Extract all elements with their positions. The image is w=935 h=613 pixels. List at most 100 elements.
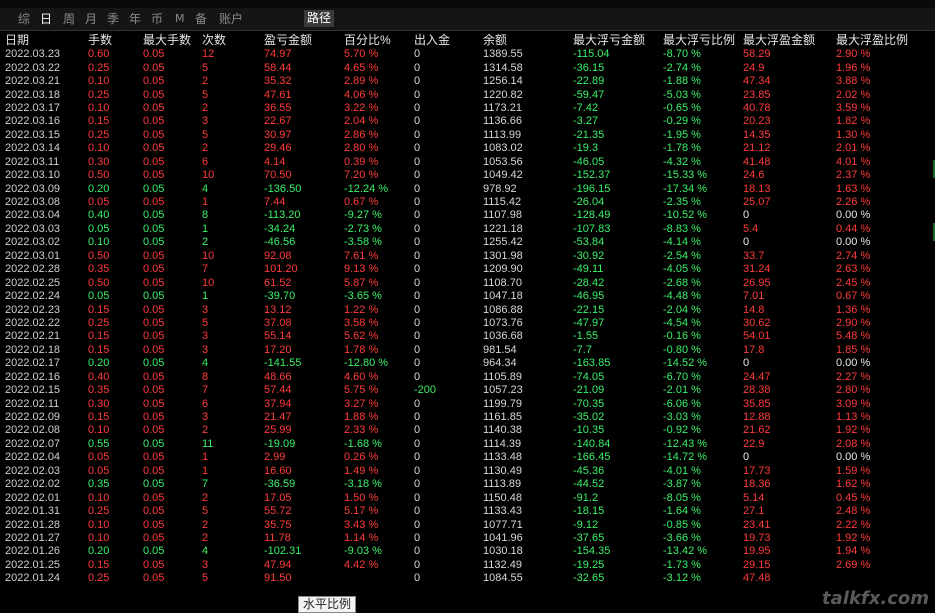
period-account[interactable]: 账户 <box>219 11 243 27</box>
period-week[interactable]: 周 <box>63 11 75 27</box>
table-row[interactable]: 2022.02.04 0.05 0.05 1 2.99 0.26 % 0 1133.48 -16… <box>0 451 935 464</box>
table-row[interactable]: 2022.03.15 0.25 0.05 5 30.97 2.86 % 0 1113.99 -2… <box>0 129 935 142</box>
cell-deposit: 0 <box>414 518 421 531</box>
period-m[interactable]: M <box>175 11 185 27</box>
table-row[interactable]: 2022.01.26 0.20 0.05 4 -102.31 -9.03 % 0 1030.1… <box>0 545 935 558</box>
period-quarter[interactable]: 季 <box>107 11 119 27</box>
col-date[interactable]: 日期 <box>0 31 83 48</box>
table-row[interactable]: 2022.03.17 0.10 0.05 2 36.55 3.22 % 0 1173.21 -7… <box>0 102 935 115</box>
table-row[interactable]: 2022.02.11 0.30 0.05 6 37.94 3.27 % 0 1199.79 -7… <box>0 397 935 410</box>
cell-percent: 2.04 % <box>344 115 379 128</box>
cell-max-float-loss: -91.2 <box>573 491 599 504</box>
path-button[interactable]: 路径 <box>304 10 334 27</box>
col-count[interactable]: 次数 <box>197 31 259 48</box>
cell-balance: 1108.70 <box>483 276 522 289</box>
period-summary[interactable]: 综 <box>18 11 30 27</box>
table-row[interactable]: 2022.02.18 0.15 0.05 3 17.20 1.78 % 0 981.54 -7.… <box>0 344 935 357</box>
col-max-float-profit-pct[interactable]: 最大浮盈比例 <box>831 31 935 48</box>
cell-percent: -1.68 % <box>344 437 382 450</box>
table-row[interactable]: 2022.03.03 0.05 0.05 1 -34.24 -2.73 % 0 1221.18… <box>0 223 935 236</box>
cell-percent: 1.14 % <box>344 531 379 544</box>
table-row[interactable]: 2022.02.09 0.15 0.05 3 21.47 1.88 % 0 1161.85 -3… <box>0 411 935 424</box>
table-row[interactable]: 2022.03.14 0.10 0.05 2 29.46 2.80 % 0 1083.02 -1… <box>0 142 935 155</box>
cell-max-float-profit-pct: 0.67 % <box>836 290 871 303</box>
cell-max-float-profit: 22.9 <box>743 437 765 450</box>
cell-max-float-profit: 12.88 <box>743 411 771 424</box>
cell-balance: 1132.49 <box>483 558 522 571</box>
table-row[interactable]: 2022.01.27 0.10 0.05 2 11.78 1.14 % 0 1041.96 -3… <box>0 532 935 545</box>
cell-max-float-profit-pct: 2.80 % <box>836 384 871 397</box>
col-max-float-loss[interactable]: 最大浮亏金额 <box>568 31 658 48</box>
table-row[interactable]: 2022.02.16 0.40 0.05 8 48.66 4.60 % 0 1105.89 -7… <box>0 371 935 384</box>
table-row[interactable]: 2022.02.08 0.10 0.05 2 25.99 2.33 % 0 1140.38 -1… <box>0 424 935 437</box>
table-row[interactable]: 2022.02.28 0.35 0.05 7 101.20 9.13 % 0 1209.90 -… <box>0 263 935 276</box>
cell-percent: 4.42 % <box>344 558 379 571</box>
table-row[interactable]: 2022.03.21 0.10 0.05 2 35.32 2.89 % 0 1256.14 -2… <box>0 75 935 88</box>
cell-max-float-loss: -37.65 <box>573 531 605 544</box>
table-row[interactable]: 2022.02.01 0.10 0.05 2 17.05 1.50 % 0 1150.48 -9… <box>0 491 935 504</box>
period-day[interactable]: 日 <box>40 11 52 27</box>
table-row[interactable]: 2022.02.21 0.15 0.05 3 55.14 5.62 % 0 1036.68 -1… <box>0 330 935 343</box>
period-backup[interactable]: 备 <box>195 11 207 27</box>
period-currency[interactable]: 币 <box>151 11 163 27</box>
cell-max-lots: 0.05 <box>143 236 165 249</box>
cell-lots: 0.10 <box>88 101 110 114</box>
cell-percent: -9.27 % <box>344 209 382 222</box>
col-lots[interactable]: 手数 <box>83 31 138 48</box>
table-row[interactable]: 2022.02.17 0.20 0.05 4 -141.55 -12.80 % 0 964.3… <box>0 357 935 370</box>
table-row[interactable]: 2022.03.02 0.10 0.05 2 -46.56 -3.58 % 0 1255.42… <box>0 236 935 249</box>
cell-deposit: 0 <box>414 558 421 571</box>
table-row[interactable]: 2022.01.31 0.25 0.05 5 55.72 5.17 % 0 1133.43 -1… <box>0 505 935 518</box>
col-profit[interactable]: 盈亏金额 <box>259 31 339 48</box>
table-row[interactable]: 2022.02.03 0.05 0.05 1 16.60 1.49 % 0 1130.49 -4… <box>0 465 935 478</box>
cell-max-float-profit-pct: 4.01 % <box>836 155 871 168</box>
cell-date: 2022.01.26 <box>5 545 61 558</box>
cell-max-float-loss: -35.02 <box>573 411 605 424</box>
table-row[interactable]: 2022.02.23 0.15 0.05 3 13.12 1.22 % 0 1086.88 -2… <box>0 303 935 316</box>
cell-profit: -136.50 <box>264 182 302 195</box>
table-row[interactable]: 2022.02.24 0.05 0.05 1 -39.70 -3.65 % 0 1047.18… <box>0 290 935 303</box>
cell-lots: 0.15 <box>88 411 110 424</box>
cell-profit: 22.67 <box>264 115 292 128</box>
cell-lots: 0.30 <box>88 155 110 168</box>
cell-date: 2022.03.22 <box>5 61 61 74</box>
cell-count: 5 <box>202 61 209 74</box>
col-percent[interactable]: 百分比% <box>339 31 409 48</box>
cell-max-float-profit-pct: 2.74 % <box>836 249 871 262</box>
cell-max-float-profit: 18.13 <box>743 182 771 195</box>
table-row[interactable]: 2022.03.08 0.05 0.05 1 7.44 0.67 % 0 1115.42 -26… <box>0 196 935 209</box>
cell-lots: 0.25 <box>88 572 110 585</box>
table-row[interactable]: 2022.02.02 0.35 0.05 7 -36.59 -3.18 % 0 1113.89… <box>0 478 935 491</box>
table-row[interactable]: 2022.01.28 0.10 0.05 2 35.75 3.43 % 0 1077.71 -9… <box>0 518 935 531</box>
col-deposit[interactable]: 出入金 <box>409 31 478 48</box>
table-row[interactable]: 2022.03.18 0.25 0.05 5 47.61 4.06 % 0 1220.82 -5… <box>0 88 935 101</box>
table-row[interactable]: 2022.03.04 0.40 0.05 8 -113.20 -9.27 % 0 1107.9… <box>0 209 935 222</box>
period-month[interactable]: 月 <box>85 11 97 27</box>
cell-max-float-profit-pct: 2.63 % <box>836 263 871 276</box>
table-row[interactable]: 2022.03.23 0.60 0.05 12 74.97 5.70 % 0 1389.55 -… <box>0 48 935 61</box>
col-balance[interactable]: 余额 <box>478 31 568 48</box>
table-row[interactable]: 2022.01.25 0.15 0.05 3 47.94 4.42 % 0 1132.49 -1… <box>0 559 935 572</box>
cell-max-float-profit: 47.34 <box>743 75 771 88</box>
table-row[interactable]: 2022.03.22 0.25 0.05 5 58.44 4.65 % 0 1314.58 -3… <box>0 61 935 74</box>
table-row[interactable]: 2022.03.09 0.20 0.05 4 -136.50 -12.24 % 0 978.9… <box>0 182 935 195</box>
cell-max-lots: 0.05 <box>143 451 165 464</box>
col-max-float-loss-pct[interactable]: 最大浮亏比例 <box>658 31 738 48</box>
table-row[interactable]: 2022.03.11 0.30 0.05 6 4.14 0.39 % 0 1053.56 -46… <box>0 156 935 169</box>
period-year[interactable]: 年 <box>129 11 141 27</box>
cell-profit: 58.44 <box>264 61 292 74</box>
cell-lots: 0.15 <box>88 343 110 356</box>
table-row[interactable]: 2022.01.24 0.25 0.05 5 91.50 0 1084.55 -32.65 -3… <box>0 572 935 585</box>
table-row[interactable]: 2022.03.01 0.50 0.05 10 92.08 7.61 % 0 1301.98 -… <box>0 250 935 263</box>
table-row[interactable]: 2022.02.15 0.35 0.05 7 57.44 5.75 % -200 1057.2… <box>0 384 935 397</box>
col-max-lots[interactable]: 最大手数 <box>138 31 197 48</box>
table-row[interactable]: 2022.02.22 0.25 0.05 5 37.08 3.58 % 0 1073.76 -4… <box>0 317 935 330</box>
cell-max-float-profit-pct: 1.92 % <box>836 531 871 544</box>
table-row[interactable]: 2022.03.16 0.15 0.05 3 22.67 2.04 % 0 1136.66 -3… <box>0 115 935 128</box>
table-row[interactable]: 2022.03.10 0.50 0.05 10 70.50 7.20 % 0 1049.42 -… <box>0 169 935 182</box>
col-max-float-profit[interactable]: 最大浮盈金额 <box>738 31 831 48</box>
cell-max-float-loss: -18.15 <box>573 505 605 518</box>
cell-deposit: 0 <box>414 169 421 182</box>
table-row[interactable]: 2022.02.25 0.50 0.05 10 61.52 5.87 % 0 1108.70 -… <box>0 276 935 289</box>
table-row[interactable]: 2022.02.07 0.55 0.05 11 -19.09 -1.68 % 0 1114.3… <box>0 438 935 451</box>
